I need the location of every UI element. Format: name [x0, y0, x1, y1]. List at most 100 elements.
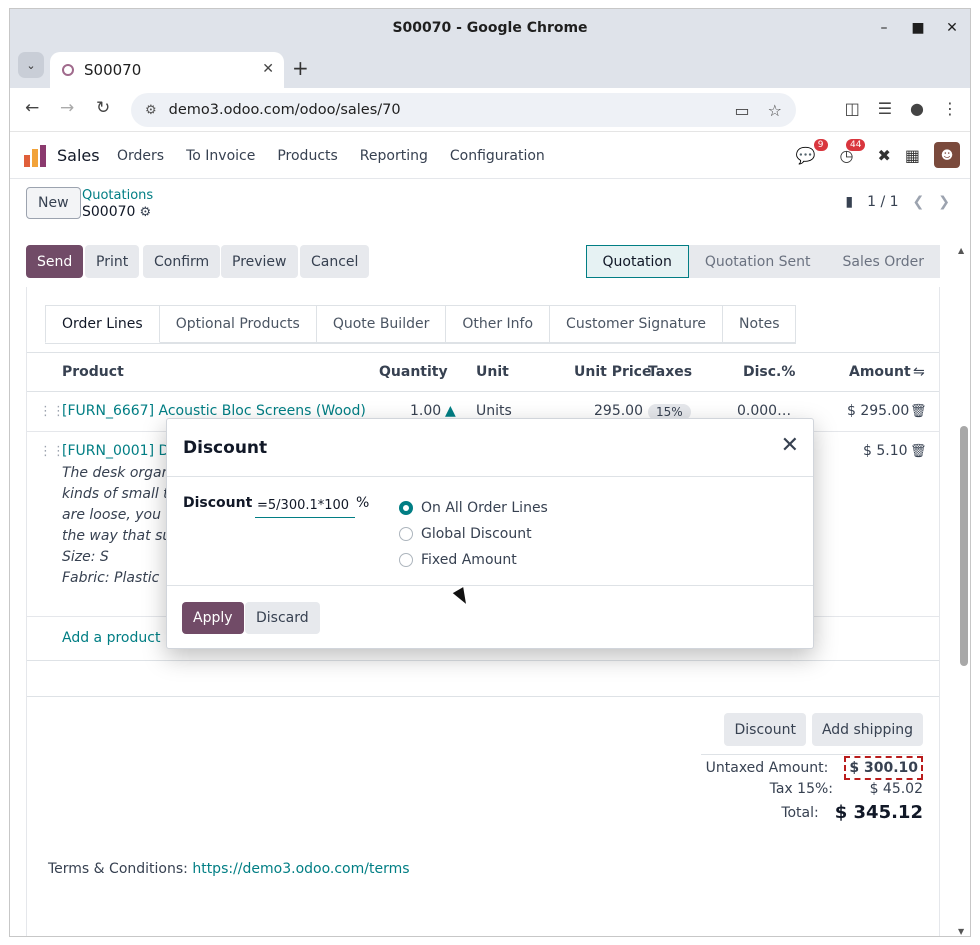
user-avatar[interactable]: ☻	[934, 142, 960, 168]
delete-line-icon[interactable]: 🗑	[910, 404, 927, 419]
untaxed-label: Untaxed Amount:	[705, 760, 829, 776]
new-button[interactable]: New	[26, 187, 81, 219]
delete-line-icon[interactable]: 🗑	[910, 444, 927, 459]
discount-input[interactable]	[255, 494, 355, 518]
tab-other-info[interactable]: Other Info	[446, 305, 551, 343]
tab-notes[interactable]: Notes	[723, 305, 797, 343]
page-scrollbar[interactable]: ▲ ▼	[958, 246, 968, 936]
app-name[interactable]: Sales	[57, 146, 100, 165]
window-title: S00070 - Google Chrome	[392, 19, 588, 36]
forecast-chart-icon[interactable]: ▲	[445, 403, 456, 419]
radio-unchecked-icon[interactable]	[399, 553, 413, 567]
pager-value[interactable]: 1 / 1	[867, 194, 898, 210]
menu-reporting[interactable]: Reporting	[360, 148, 428, 164]
maximize-icon[interactable]: ■	[910, 20, 926, 36]
line-product[interactable]: [FURN_0001] De	[62, 443, 178, 459]
stage-sales-order[interactable]: Sales Order	[826, 245, 940, 278]
radio-checked-icon[interactable]	[399, 501, 413, 515]
radio-global-discount[interactable]: Global Discount	[399, 521, 548, 547]
scroll-down-icon[interactable]: ▼	[958, 927, 964, 936]
line-unit-price[interactable]: 295.00	[594, 403, 643, 419]
sales-app-icon[interactable]	[24, 145, 46, 167]
profile-icon[interactable]: ●	[910, 99, 924, 118]
col-amount[interactable]: Amount	[849, 364, 911, 380]
bookmark-icon[interactable]: ▮	[845, 194, 853, 210]
radio-fixed-amount[interactable]: Fixed Amount	[399, 547, 548, 573]
forward-icon[interactable]: →	[60, 98, 74, 118]
confirm-button[interactable]: Confirm	[143, 245, 221, 278]
line-unit[interactable]: Units	[476, 403, 512, 419]
breadcrumb-quotations[interactable]: Quotations	[82, 188, 153, 203]
scroll-thumb[interactable]	[960, 426, 968, 666]
close-icon[interactable]: ✕	[781, 435, 799, 457]
browser-tab[interactable]: S00070 ✕	[50, 52, 284, 88]
menu-products[interactable]: Products	[277, 148, 337, 164]
discount-dialog: Discount ✕ Discount % On All Order Lines…	[166, 418, 814, 649]
extensions-icon[interactable]: ◫	[845, 99, 860, 118]
gear-icon[interactable]: ⚙	[139, 205, 151, 220]
col-taxes[interactable]: Taxes	[648, 364, 692, 380]
close-window-icon[interactable]: ✕	[944, 20, 960, 36]
reload-icon[interactable]: ↻	[96, 98, 110, 118]
radio-unchecked-icon[interactable]	[399, 527, 413, 541]
back-icon[interactable]: ←	[25, 98, 39, 118]
tab-optional-products[interactable]: Optional Products	[159, 305, 317, 343]
cancel-button[interactable]: Cancel	[300, 245, 370, 278]
print-button[interactable]: Print	[85, 245, 140, 278]
divider	[27, 660, 939, 661]
pager-next-icon[interactable]: ❯	[938, 194, 950, 210]
discard-button[interactable]: Discard	[245, 602, 320, 634]
tools-icon[interactable]: ✖	[877, 146, 890, 165]
bookmark-star-icon[interactable]: ☆	[768, 101, 782, 120]
title-bar: S00070 - Google Chrome – ■ ✕	[10, 9, 970, 46]
url-text[interactable]: demo3.odoo.com/odoo/sales/70	[169, 102, 401, 118]
omnibox[interactable]: ⚙ demo3.odoo.com/odoo/sales/70 ▭ ☆	[131, 93, 796, 127]
activities-icon[interactable]: ◷ 44	[840, 138, 866, 165]
tab-customer-signature[interactable]: Customer Signature	[550, 305, 724, 343]
add-product-link[interactable]: Add a product	[62, 630, 160, 646]
line-description: the way that suit	[62, 528, 181, 544]
col-product[interactable]: Product	[62, 364, 124, 380]
tab-quote-builder[interactable]: Quote Builder	[316, 305, 447, 343]
menu-to-invoice[interactable]: To Invoice	[186, 148, 255, 164]
menu-configuration[interactable]: Configuration	[450, 148, 545, 164]
radio-label[interactable]: On All Order Lines	[421, 500, 548, 516]
site-info-icon[interactable]: ⚙	[145, 103, 157, 118]
messages-icon[interactable]: 💬 9	[796, 138, 828, 165]
apply-button[interactable]: Apply	[182, 602, 244, 634]
new-tab-icon[interactable]: +	[292, 56, 309, 80]
window-controls: – ■ ✕	[876, 9, 960, 46]
chrome-menu-icon[interactable]: ⋮	[942, 99, 958, 118]
stage-quotation[interactable]: Quotation	[585, 245, 689, 278]
calculator-icon[interactable]: ▦	[905, 146, 920, 165]
line-discount[interactable]: 0.000…	[737, 403, 791, 419]
column-settings-icon[interactable]: ⇋	[913, 364, 925, 380]
totals-block: Untaxed Amount: $ 300.10 Tax 15%: $ 45.0…	[701, 754, 923, 823]
radio-all-order-lines[interactable]: On All Order Lines	[399, 495, 548, 521]
send-button[interactable]: Send	[26, 245, 84, 278]
tab-order-lines[interactable]: Order Lines	[45, 305, 160, 343]
tab-close-icon[interactable]: ✕	[262, 61, 274, 77]
menu-orders[interactable]: Orders	[117, 148, 164, 164]
line-product[interactable]: [FURN_6667] Acoustic Bloc Screens (Wood)	[62, 403, 366, 419]
col-unit[interactable]: Unit	[476, 364, 509, 380]
dialog-body: Discount % On All Order Lines Global Dis…	[167, 477, 813, 585]
line-quantity[interactable]: 1.00	[410, 403, 441, 419]
discount-button[interactable]: Discount	[724, 713, 806, 746]
media-icon[interactable]: ☰	[878, 99, 892, 118]
preview-button[interactable]: Preview	[221, 245, 298, 278]
col-discount[interactable]: Disc.%	[743, 364, 795, 380]
tab-search-icon[interactable]: ⌄	[18, 52, 44, 78]
col-quantity[interactable]: Quantity	[379, 364, 448, 380]
line-description: Fabric: Plastic	[62, 570, 160, 586]
col-unit-price[interactable]: Unit Price	[574, 364, 651, 380]
radio-label[interactable]: Fixed Amount	[421, 552, 517, 568]
stage-quotation-sent[interactable]: Quotation Sent	[688, 245, 827, 278]
install-app-icon[interactable]: ▭	[735, 101, 750, 120]
radio-label[interactable]: Global Discount	[421, 526, 532, 542]
minimize-icon[interactable]: –	[876, 20, 892, 36]
scroll-up-icon[interactable]: ▲	[958, 246, 964, 255]
pager-prev-icon[interactable]: ❮	[913, 194, 925, 210]
terms-link[interactable]: https://demo3.odoo.com/terms	[192, 861, 409, 877]
add-shipping-button[interactable]: Add shipping	[811, 713, 923, 746]
